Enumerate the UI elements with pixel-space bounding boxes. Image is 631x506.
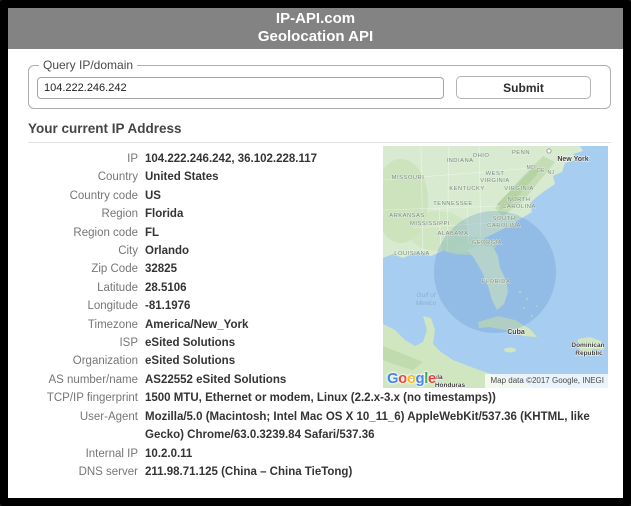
map-label-georgia: GEORGIA [472,240,503,246]
map-label-new-york: New York [557,156,588,163]
field-label: DNS server [78,465,138,478]
geolocation-map[interactable]: MISSOURI INDIANA OHIO PENN New York MD D… [383,146,608,388]
site-subtitle: Geolocation API [257,28,374,45]
content: Query IP/domain Submit Your current IP A… [8,58,623,498]
field-value: United States [145,171,219,184]
query-legend: Query IP/domain [43,58,134,72]
map-label-nj: NJ [547,170,554,176]
map-label-indiana: INDIANA [446,158,473,164]
field-label: ISP [119,337,138,350]
field-label: AS number/name [48,373,139,386]
table-row: TCP/IP fingerprint 1500 MTU, Ethernet or … [28,389,611,407]
field-value: 32825 [145,263,177,276]
field-value: Orlando [145,245,190,258]
field-value: eSited Solutions [145,337,236,350]
map-label-ohio: OHIO [473,153,490,159]
field-label: Country [97,171,138,184]
map-label-arkansas: ARKANSAS [389,213,425,219]
section-current-ip: Your current IP Address [28,121,611,143]
submit-button[interactable]: Submit [456,76,591,99]
map-label-louisiana: LOUISIANA [394,251,429,257]
map-canvas: MISSOURI INDIANA OHIO PENN New York MD D… [383,146,608,388]
field-value: America/New_York [145,318,249,331]
window-frame: IP-API.com Geolocation API Query IP/doma… [0,0,631,506]
field-label: Internal IP [85,447,138,460]
field-label: User-Agent [79,410,138,423]
map-label-tennessee: TENNESSEE [433,201,473,207]
map-label-cuba: Cuba [507,329,525,336]
field-label: Region [101,208,138,221]
map-label-florida: FLORIDA [482,279,511,285]
field-value: AS22552 eSited Solutions [145,373,287,386]
field-value: Florida [145,208,184,221]
field-label: Country code [69,189,138,202]
ip-query-input[interactable] [37,76,444,99]
map-label-south-carolina: SOUTH [493,216,516,222]
field-value: 28.5106 [145,281,187,294]
map-label-virginia: VIRGINIA [504,186,533,192]
field-value: 104.222.246.242, 36.102.228.117 [145,153,318,165]
results-area: IP 104.222.246.242, 36.102.228.117 Countr… [28,143,611,481]
field-label: Organization [72,355,138,368]
field-value: eSited Solutions [145,355,236,368]
field-value: -81.1976 [145,300,191,313]
map-label-dominican-republic: Dominican [571,342,604,349]
query-fieldset: Query IP/domain Submit [28,58,611,109]
table-row: User-Agent Mozilla/5.0 (Macintosh; Intel … [28,408,611,445]
map-label-alabama: ALABAMA [438,231,469,237]
map-label-kentucky: KENTUCKY [449,186,485,192]
map-attribution: Map data ©2017 Google, INEGI [485,374,608,388]
field-value: 211.98.71.125 (China – China TieTong) [145,465,353,478]
map-label-missouri: MISSOURI [392,175,425,181]
city-marker-new-york [546,148,552,154]
accuracy-circle [434,211,556,333]
svg-text:CAROLINA: CAROLINA [487,223,521,229]
field-value: FL [145,226,160,239]
section-api-documentation: API documentation [28,496,611,498]
field-label: IP [127,153,138,165]
field-value: Mozilla/5.0 (Macintosh; Intel Mac OS X 1… [145,410,590,442]
table-row: Internal IP 10.2.0.11 [28,445,611,463]
map-label-mississippi: MISSISSIPPI [410,221,450,227]
map-label-gulf-of-mexico: Gulf of [416,292,436,299]
map-label-de: DE [537,168,545,174]
map-label-west-virginia: WEST [486,171,505,177]
table-row: DNS server 211.98.71.125 (China – China T… [28,463,611,481]
page-header: IP-API.com Geolocation API [8,8,623,49]
field-value: US [145,189,161,202]
map-label-north-carolina: NORTH [507,197,530,203]
field-label: Zip Code [91,263,138,276]
field-label: Region code [73,226,138,239]
map-label-md: MD [527,165,536,171]
svg-text:Republic: Republic [575,350,603,357]
field-label: TCP/IP fingerprint [46,392,138,405]
svg-text:VIRGINIA: VIRGINIA [480,178,509,184]
field-label: Latitude [97,281,138,294]
field-label: Longitude [87,300,138,313]
page: IP-API.com Geolocation API Query IP/doma… [8,8,623,498]
svg-text:CAROLINA: CAROLINA [502,204,536,210]
field-value: 10.2.0.11 [145,447,193,460]
map-label-penn: PENN [512,150,530,156]
field-label: Timezone [87,318,138,331]
svg-text:Mexico: Mexico [416,300,437,307]
field-value: 1500 MTU, Ethernet or modem, Linux (2.2.… [145,392,496,405]
site-title: IP-API.com [275,10,356,27]
field-label: City [118,245,138,258]
google-logo[interactable]: Google [387,370,436,387]
map-label-honduras: Honduras [435,382,466,388]
